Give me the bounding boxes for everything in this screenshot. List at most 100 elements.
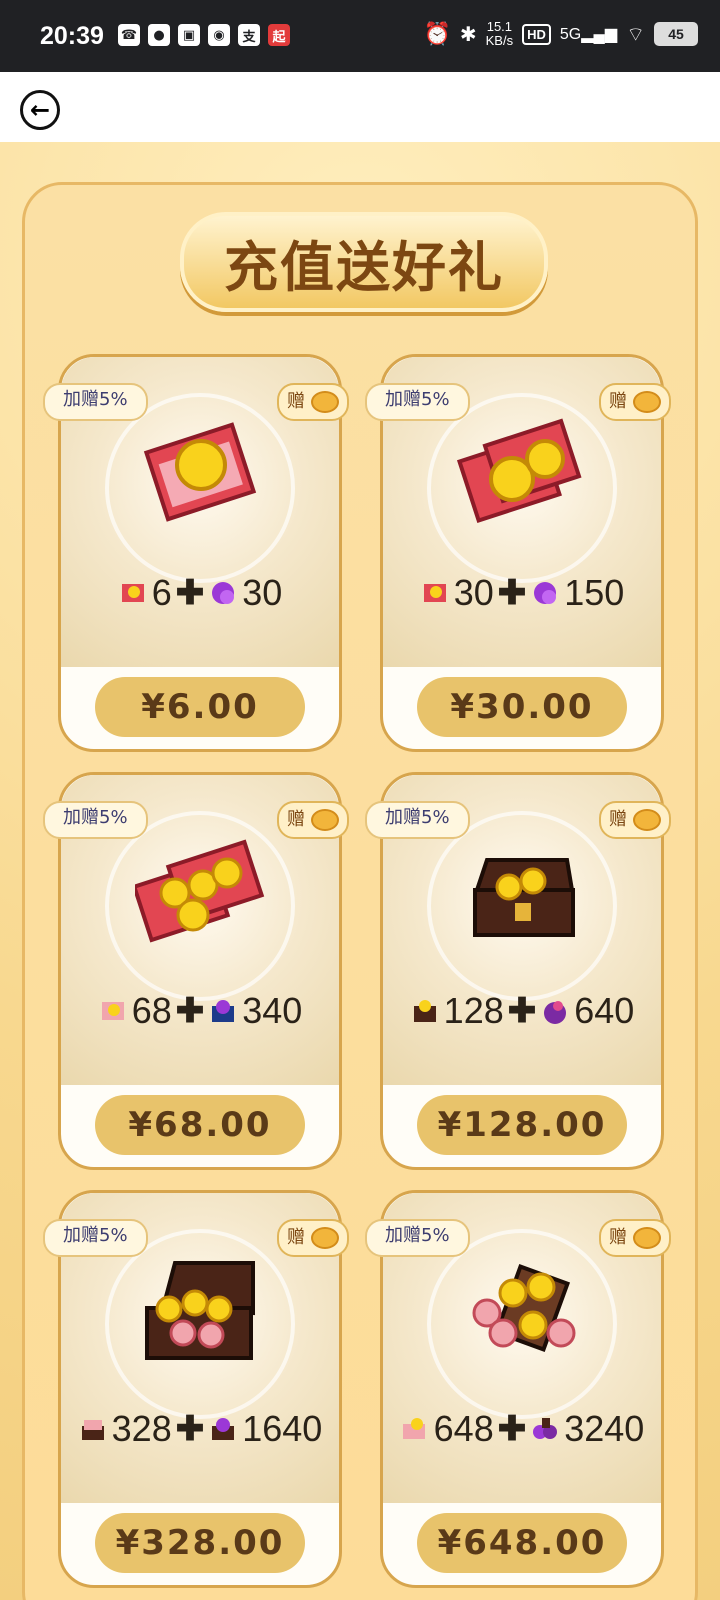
reward-line: 68 ✚ 340 <box>61 990 339 1032</box>
plus-icon: ✚ <box>175 1410 205 1448</box>
plus-icon: ✚ <box>497 574 527 612</box>
status-time: 20:39 <box>40 22 104 50</box>
red-envelope-icon <box>121 584 144 602</box>
bonus-badge: 加赠5% <box>365 801 470 839</box>
envelope-pile-icon <box>402 1418 425 1439</box>
reward-line: 328 ✚ 1640 <box>61 1408 339 1450</box>
treasure-overflow-icon <box>472 1263 576 1353</box>
bonus-badge: 加赠5% <box>365 1219 470 1257</box>
recharge-card[interactable]: 加赠5% 赠 68 ✚ 340 ¥68.00 <box>43 772 349 1170</box>
reward-line: 30 ✚ 150 <box>383 572 661 614</box>
gift-badge: 赠 <box>599 801 671 839</box>
gift-ingot-icon <box>311 391 339 413</box>
reward-gem-amount: 3240 <box>564 1408 645 1449</box>
reward-line: 128 ✚ 640 <box>383 990 661 1032</box>
red-envelope-icon <box>101 1002 124 1020</box>
alarm-icon: ⏰ <box>423 21 451 46</box>
gift-label: 赠 <box>287 1227 305 1248</box>
network-speed: 15.1 KB/s <box>486 20 513 48</box>
bonus-badge: 加赠5% <box>43 1219 148 1257</box>
gem-pouch-icon <box>544 1001 567 1024</box>
price-button[interactable]: ¥30.00 <box>417 677 627 737</box>
app-icon: ▣ <box>178 24 200 46</box>
battery-icon: 45 <box>654 22 698 46</box>
red-envelopes-coins-icon <box>457 418 582 523</box>
reward-gem-amount: 340 <box>242 990 303 1031</box>
reward-envelope-amount: 128 <box>443 990 504 1031</box>
small-chest-icon <box>413 1000 436 1022</box>
gift-ingot-icon <box>311 1227 339 1249</box>
reward-envelope-amount: 6 <box>151 572 172 613</box>
message-icon: ● <box>148 24 170 46</box>
red-envelope-coin-icon <box>143 422 257 522</box>
recharge-card[interactable]: 加赠5% 赠 648 ✚ 3240 ¥648.00 <box>365 1190 671 1588</box>
purple-gem-icon <box>534 582 557 604</box>
card-artwork-area: 加赠5% 赠 68 ✚ 340 <box>43 775 349 1085</box>
price-button[interactable]: ¥68.00 <box>95 1095 305 1155</box>
recharge-card[interactable]: 加赠5% 赠 6 ✚ 30 ¥6.00 <box>43 354 349 752</box>
page-title: 充值送好礼 <box>180 212 548 312</box>
treasure-chest-large-icon <box>145 1261 255 1360</box>
gem-chest-icon <box>212 1418 235 1440</box>
plus-icon: ✚ <box>175 574 205 612</box>
network-speed-value: 15.1 <box>486 19 513 34</box>
many-envelopes-icon <box>135 839 265 943</box>
plus-icon: ✚ <box>175 992 205 1030</box>
hd-icon: HD <box>522 23 551 45</box>
recharge-card[interactable]: 加赠5% 赠 328 ✚ 1640 ¥328.00 <box>43 1190 349 1588</box>
recharge-card[interactable]: 加赠5% 赠 128 ✚ 640 ¥128.00 <box>365 772 671 1170</box>
recharge-card[interactable]: 加赠5% 赠 30 ✚ 150 ¥30.00 <box>365 354 671 752</box>
price-button[interactable]: ¥128.00 <box>417 1095 627 1155</box>
gift-ingot-icon <box>311 809 339 831</box>
reward-envelope-amount: 328 <box>111 1408 172 1449</box>
status-left-icons: ☎ ● ▣ ◉ 支 起 <box>118 24 290 46</box>
qidian-icon: 起 <box>268 24 290 46</box>
red-envelope-icon <box>423 584 446 602</box>
card-artwork-area: 加赠5% 赠 30 ✚ 150 <box>365 357 671 667</box>
status-bar: 20:39 ☎ ● ▣ ◉ 支 起 ⏰ ✱ 15.1 KB/s HD 5G▂▄▆… <box>0 0 720 72</box>
gift-badge: 赠 <box>599 383 671 421</box>
gift-ingot-icon <box>633 391 661 413</box>
gift-label: 赠 <box>609 1227 627 1248</box>
price-button[interactable]: ¥648.00 <box>417 1513 627 1573</box>
signal-icon: 5G▂▄▆ <box>559 26 618 43</box>
gift-badge: 赠 <box>599 1219 671 1257</box>
bonus-badge: 加赠5% <box>43 383 148 421</box>
bluetooth-icon: ✱ <box>459 23 477 46</box>
reward-envelope-amount: 68 <box>131 990 172 1031</box>
back-arrow-icon[interactable]: ← <box>20 90 60 130</box>
card-artwork-area: 加赠5% 赠 128 ✚ 640 <box>365 775 671 1085</box>
price-button[interactable]: ¥328.00 <box>95 1513 305 1573</box>
reward-line: 6 ✚ 30 <box>61 572 339 614</box>
gift-label: 赠 <box>609 391 627 412</box>
gift-label: 赠 <box>287 809 305 830</box>
reward-gem-amount: 150 <box>564 572 625 613</box>
nav-bar: ← <box>0 72 720 142</box>
plus-icon: ✚ <box>507 992 537 1030</box>
gift-badge: 赠 <box>277 801 349 839</box>
network-speed-unit: KB/s <box>485 33 514 48</box>
price-button[interactable]: ¥6.00 <box>95 677 305 737</box>
card-artwork-area: 加赠5% 赠 328 ✚ 1640 <box>43 1193 349 1503</box>
bonus-badge: 加赠5% <box>365 383 470 421</box>
purple-gem-icon <box>212 582 235 604</box>
gift-label: 赠 <box>609 809 627 830</box>
envelope-chest-icon <box>81 1420 104 1440</box>
recharge-grid: 加赠5% 赠 6 ✚ 30 ¥6.00 加赠5% 赠 30 ✚ 150 ¥30.… <box>43 354 680 1588</box>
reward-gem-amount: 1640 <box>242 1408 323 1449</box>
gift-label: 赠 <box>287 391 305 412</box>
gift-badge: 赠 <box>277 1219 349 1257</box>
reward-gem-amount: 640 <box>574 990 635 1031</box>
call-icon: ☎ <box>118 24 140 46</box>
card-artwork-area: 加赠5% 赠 6 ✚ 30 <box>43 357 349 667</box>
alipay-icon: 支 <box>238 24 260 46</box>
card-artwork-area: 加赠5% 赠 648 ✚ 3240 <box>365 1193 671 1503</box>
wifi-icon: ⌔ <box>626 23 645 46</box>
gift-ingot-icon <box>633 1227 661 1249</box>
treasure-chest-small-icon <box>473 858 575 937</box>
gem-box-icon <box>212 1000 235 1022</box>
qq-icon: ◉ <box>208 24 230 46</box>
gift-badge: 赠 <box>277 383 349 421</box>
reward-envelope-amount: 30 <box>453 572 494 613</box>
gift-ingot-icon <box>633 809 661 831</box>
